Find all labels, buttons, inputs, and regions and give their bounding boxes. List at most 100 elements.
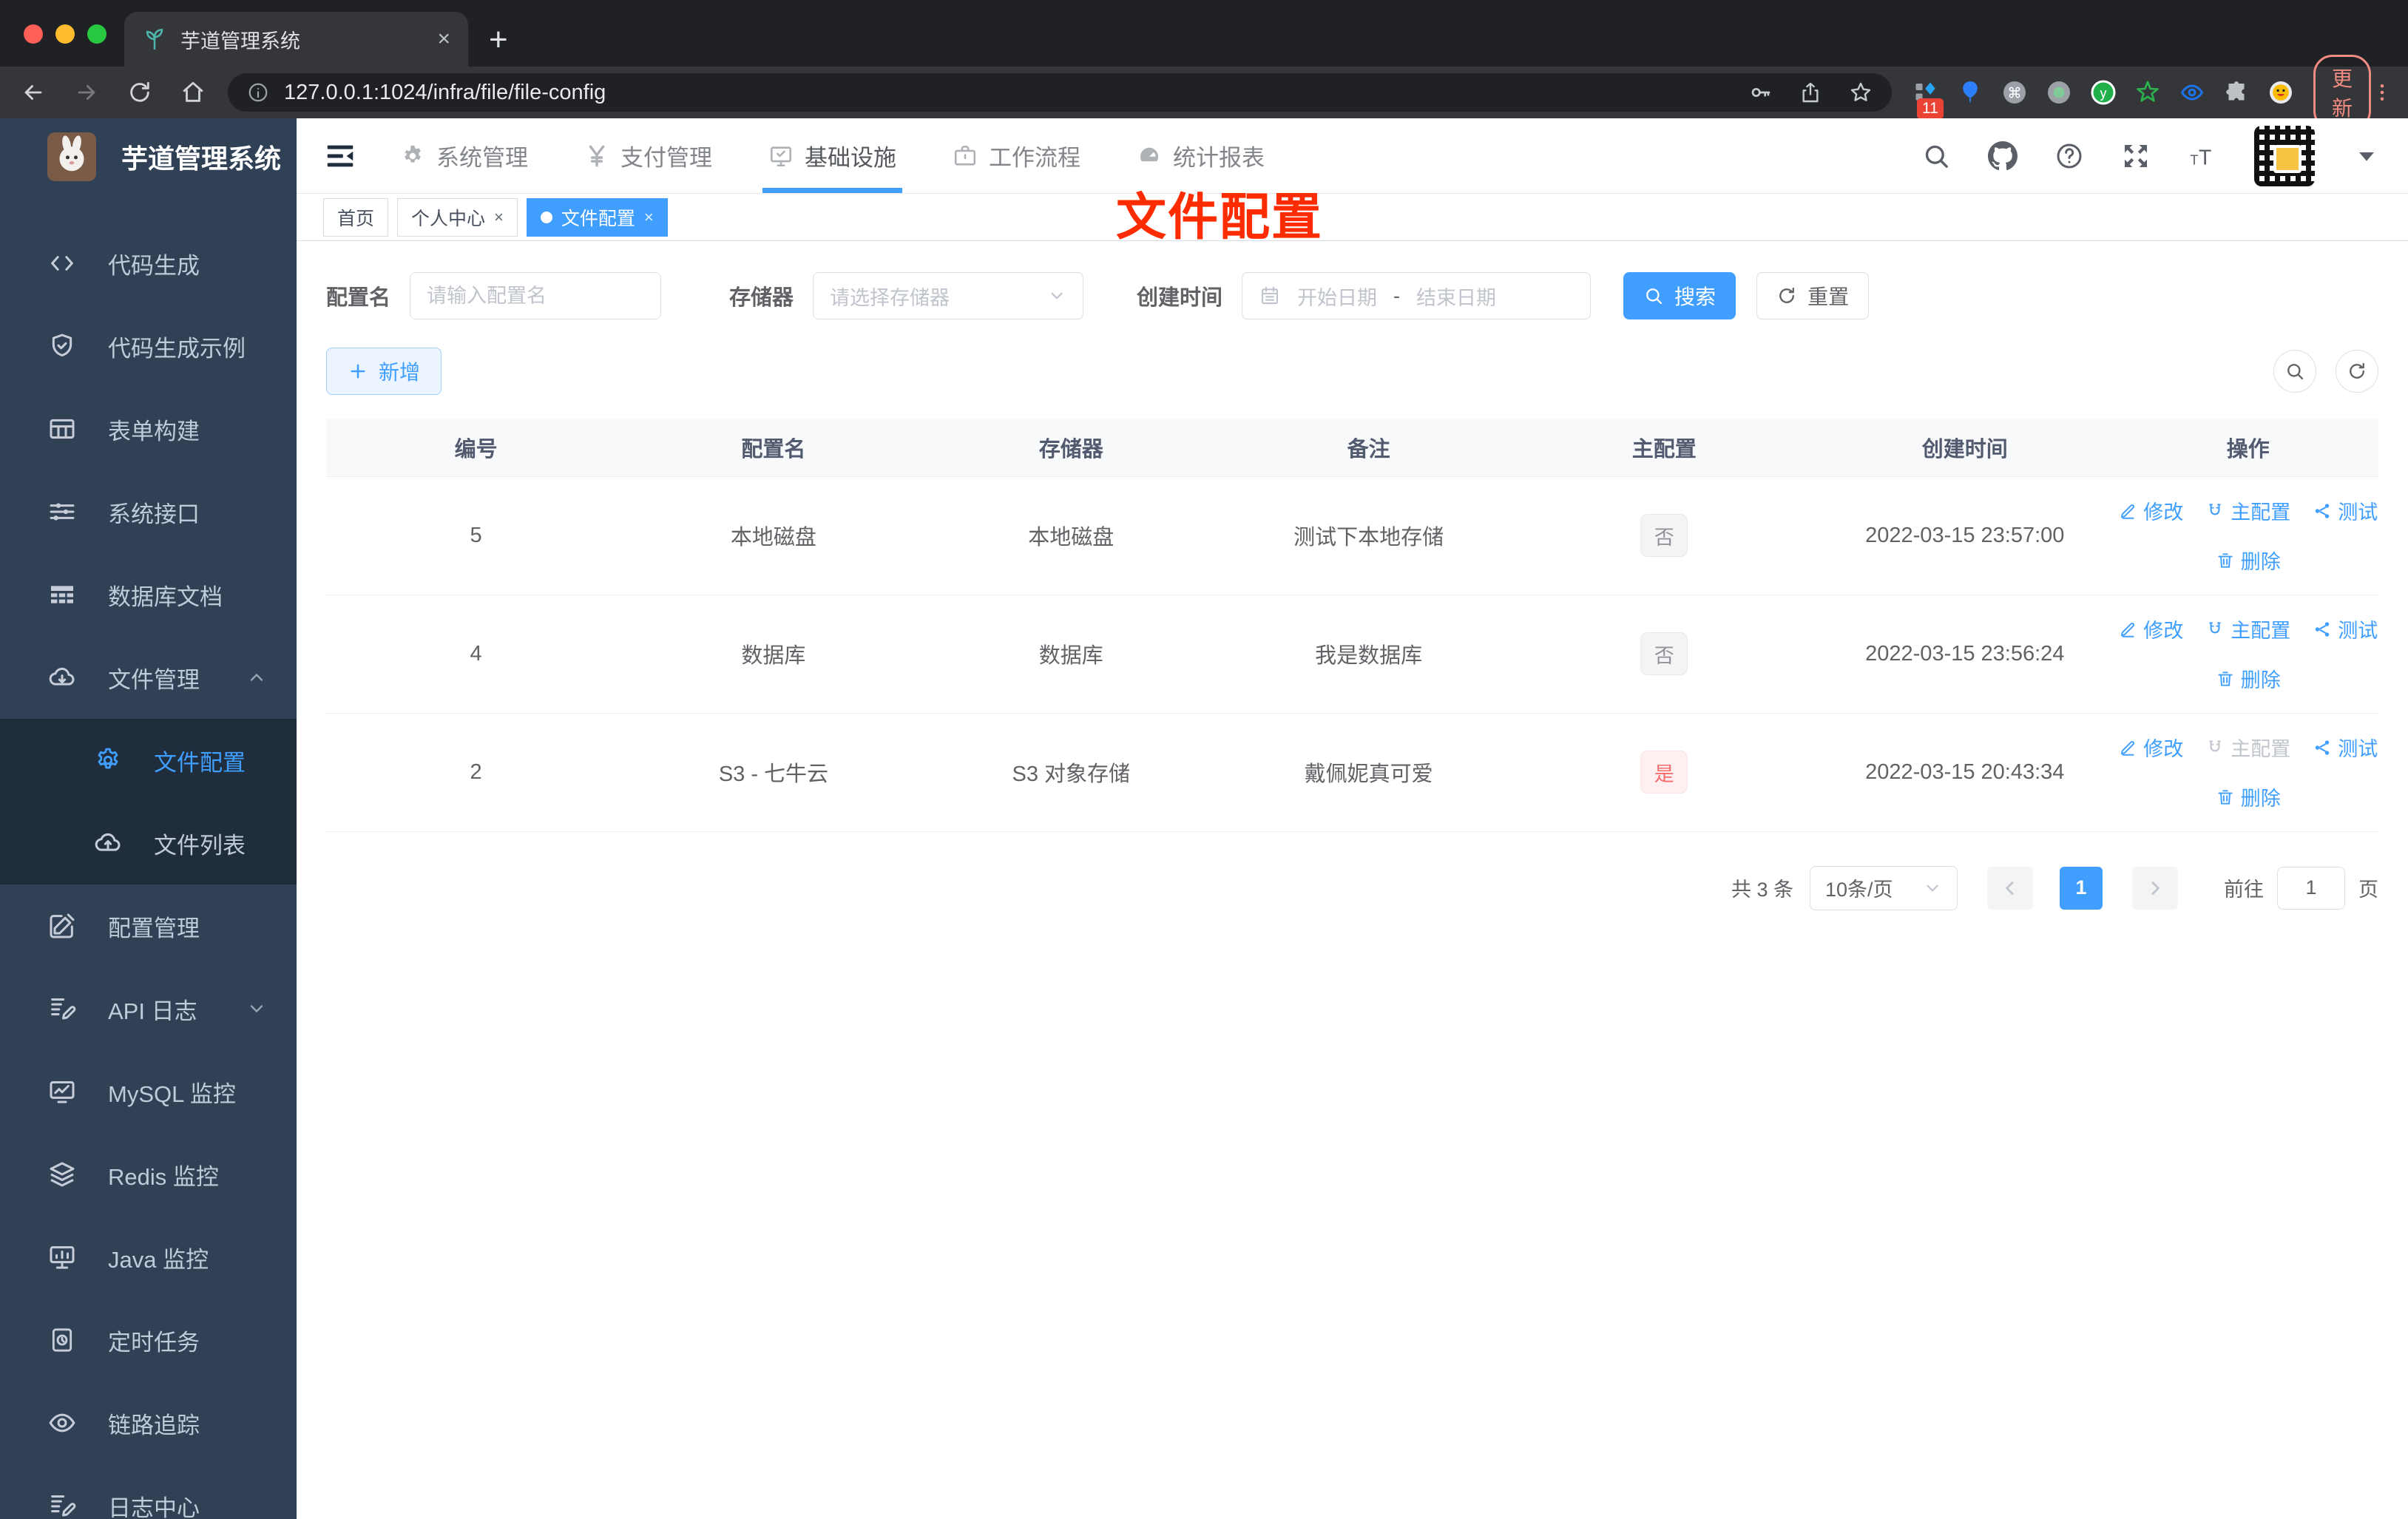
master-config-action[interactable]: 主配置	[2205, 615, 2290, 643]
page-size-select[interactable]: 10条/页	[1810, 865, 1958, 910]
sidebar-item[interactable]: 配置管理	[0, 884, 297, 967]
font-size-icon[interactable]: TT	[2188, 141, 2217, 171]
report-icon	[1137, 143, 1162, 169]
browser-tab[interactable]: 芋道管理系统 ×	[124, 12, 468, 67]
extension-icon[interactable]	[2134, 79, 2161, 106]
sidebar-item[interactable]: 系统接口	[0, 470, 297, 553]
close-window-button[interactable]	[24, 24, 43, 44]
extension-icon[interactable]	[2267, 79, 2294, 106]
github-icon[interactable]	[1988, 141, 2018, 171]
sidebar-item[interactable]: 代码生成示例	[0, 305, 297, 388]
sidebar-item[interactable]: 文件列表	[0, 802, 297, 884]
module-nav-item[interactable]: 支付管理	[584, 118, 712, 193]
add-button[interactable]: 新增	[326, 348, 442, 395]
fold-sidebar-icon[interactable]	[323, 139, 357, 173]
master-config-action[interactable]: 主配置	[2205, 733, 2290, 762]
new-tab-button[interactable]: +	[489, 24, 508, 56]
sidebar-item-label: 表单构建	[108, 418, 200, 444]
info-icon[interactable]	[247, 81, 269, 104]
bookmark-star-icon[interactable]	[1849, 81, 1873, 104]
end-date-placeholder[interactable]: 结束日期	[1416, 282, 1496, 311]
sidebar-item[interactable]: 表单构建	[0, 388, 297, 470]
current-page-button[interactable]: 1	[2060, 866, 2103, 910]
share-up-icon[interactable]	[1799, 81, 1822, 104]
create-time-label: 创建时间	[1137, 286, 1223, 310]
sidebar-item[interactable]: 代码生成	[0, 222, 297, 305]
sidebar-item[interactable]: API 日志	[0, 967, 297, 1050]
sidebar-item[interactable]: 链路追踪	[0, 1381, 297, 1464]
module-nav-item[interactable]: 工作流程	[953, 118, 1080, 193]
refresh-list-button[interactable]	[2336, 350, 2378, 393]
extension-icon[interactable]	[2223, 79, 2250, 106]
sidebar-item-label: 链路追踪	[108, 1412, 200, 1438]
page-tag[interactable]: 文件配置 ×	[526, 197, 668, 237]
delete-action[interactable]: 删除	[2216, 546, 2281, 575]
sidebar-item[interactable]: Redis 监控	[0, 1133, 297, 1216]
sidebar-item[interactable]: 定时任务	[0, 1299, 297, 1381]
sidebar-item[interactable]: 文件管理	[0, 636, 297, 719]
extension-icon[interactable]	[2046, 79, 2072, 106]
url-text[interactable]: 127.0.0.1:1024/infra/file/file-config	[284, 81, 1734, 105]
config-name-input[interactable]	[410, 272, 662, 319]
storage-select[interactable]: 请选择存储器	[813, 272, 1084, 319]
back-icon[interactable]	[21, 80, 46, 105]
chart-monitor-icon	[47, 1077, 77, 1106]
home-icon[interactable]	[180, 80, 206, 105]
extension-icon[interactable]: ⌘	[2001, 79, 2028, 106]
active-dot	[540, 211, 552, 223]
minimize-window-button[interactable]	[55, 24, 75, 44]
zoom-window-button[interactable]	[87, 24, 106, 44]
table-header-cell: 操作	[2117, 419, 2378, 477]
test-action[interactable]: 测试	[2313, 615, 2378, 643]
date-range-input[interactable]: 开始日期 - 结束日期	[1242, 272, 1592, 319]
sidebar-item[interactable]: 文件配置	[0, 719, 297, 802]
page-tag[interactable]: 首页	[323, 197, 389, 237]
tab-title: 芋道管理系统	[180, 30, 300, 53]
sidebar-item[interactable]: 数据库文档	[0, 553, 297, 636]
prev-page-button[interactable]	[1987, 866, 2033, 910]
svg-text:y: y	[2100, 86, 2107, 101]
extension-icon[interactable]: y	[2090, 79, 2117, 106]
toggle-search-button[interactable]	[2273, 350, 2316, 393]
key-icon[interactable]	[1748, 81, 1772, 104]
extension-icon[interactable]	[1957, 79, 1983, 106]
cell-created: 2022-03-15 23:57:00	[1812, 476, 2118, 595]
delete-action[interactable]: 删除	[2216, 782, 2281, 811]
fullscreen-icon[interactable]	[2121, 141, 2151, 171]
dot-ext-icon	[2046, 79, 2072, 106]
extension-icon[interactable]	[2179, 79, 2205, 106]
edit-action[interactable]: 修改	[2118, 496, 2183, 525]
edit-action[interactable]: 修改	[2118, 733, 2183, 762]
search-icon[interactable]	[1921, 141, 1951, 171]
help-icon[interactable]	[2054, 141, 2084, 171]
reset-button[interactable]: 重置	[1756, 272, 1870, 319]
sidebar-item[interactable]: 日志中心	[0, 1464, 297, 1519]
tab-close-icon[interactable]: ×	[437, 27, 450, 52]
url-bar[interactable]: 127.0.0.1:1024/infra/file/file-config	[228, 73, 1892, 112]
tag-close-icon[interactable]: ×	[644, 208, 654, 227]
master-config-action[interactable]: 主配置	[2205, 496, 2290, 525]
sidebar-item-label: 文件管理	[108, 666, 200, 693]
kebab-menu-icon[interactable]	[2371, 81, 2393, 104]
user-avatar[interactable]	[2254, 125, 2315, 186]
page-tag[interactable]: 个人中心 ×	[397, 197, 518, 237]
test-action[interactable]: 测试	[2313, 733, 2378, 762]
pencil-icon	[2118, 738, 2137, 757]
forward-icon[interactable]	[74, 80, 99, 105]
search-button[interactable]: 搜索	[1623, 272, 1736, 319]
edit-action[interactable]: 修改	[2118, 615, 2183, 643]
window-controls[interactable]	[24, 24, 106, 44]
sidebar-item[interactable]: Java 监控	[0, 1216, 297, 1299]
tag-close-icon[interactable]: ×	[494, 208, 504, 227]
reload-icon[interactable]	[127, 80, 152, 105]
extension-icon[interactable]: 11	[1912, 79, 1944, 119]
sidebar-item[interactable]: MySQL 监控	[0, 1050, 297, 1133]
start-date-placeholder[interactable]: 开始日期	[1297, 282, 1377, 311]
delete-action[interactable]: 删除	[2216, 664, 2281, 693]
goto-page-input[interactable]	[2277, 866, 2345, 910]
next-page-button[interactable]	[2132, 866, 2178, 910]
module-nav-item[interactable]: 系统管理	[400, 118, 528, 193]
test-action[interactable]: 测试	[2313, 496, 2378, 525]
caret-down-icon[interactable]	[2352, 141, 2381, 171]
module-nav-item[interactable]: 基础设施	[762, 118, 902, 193]
